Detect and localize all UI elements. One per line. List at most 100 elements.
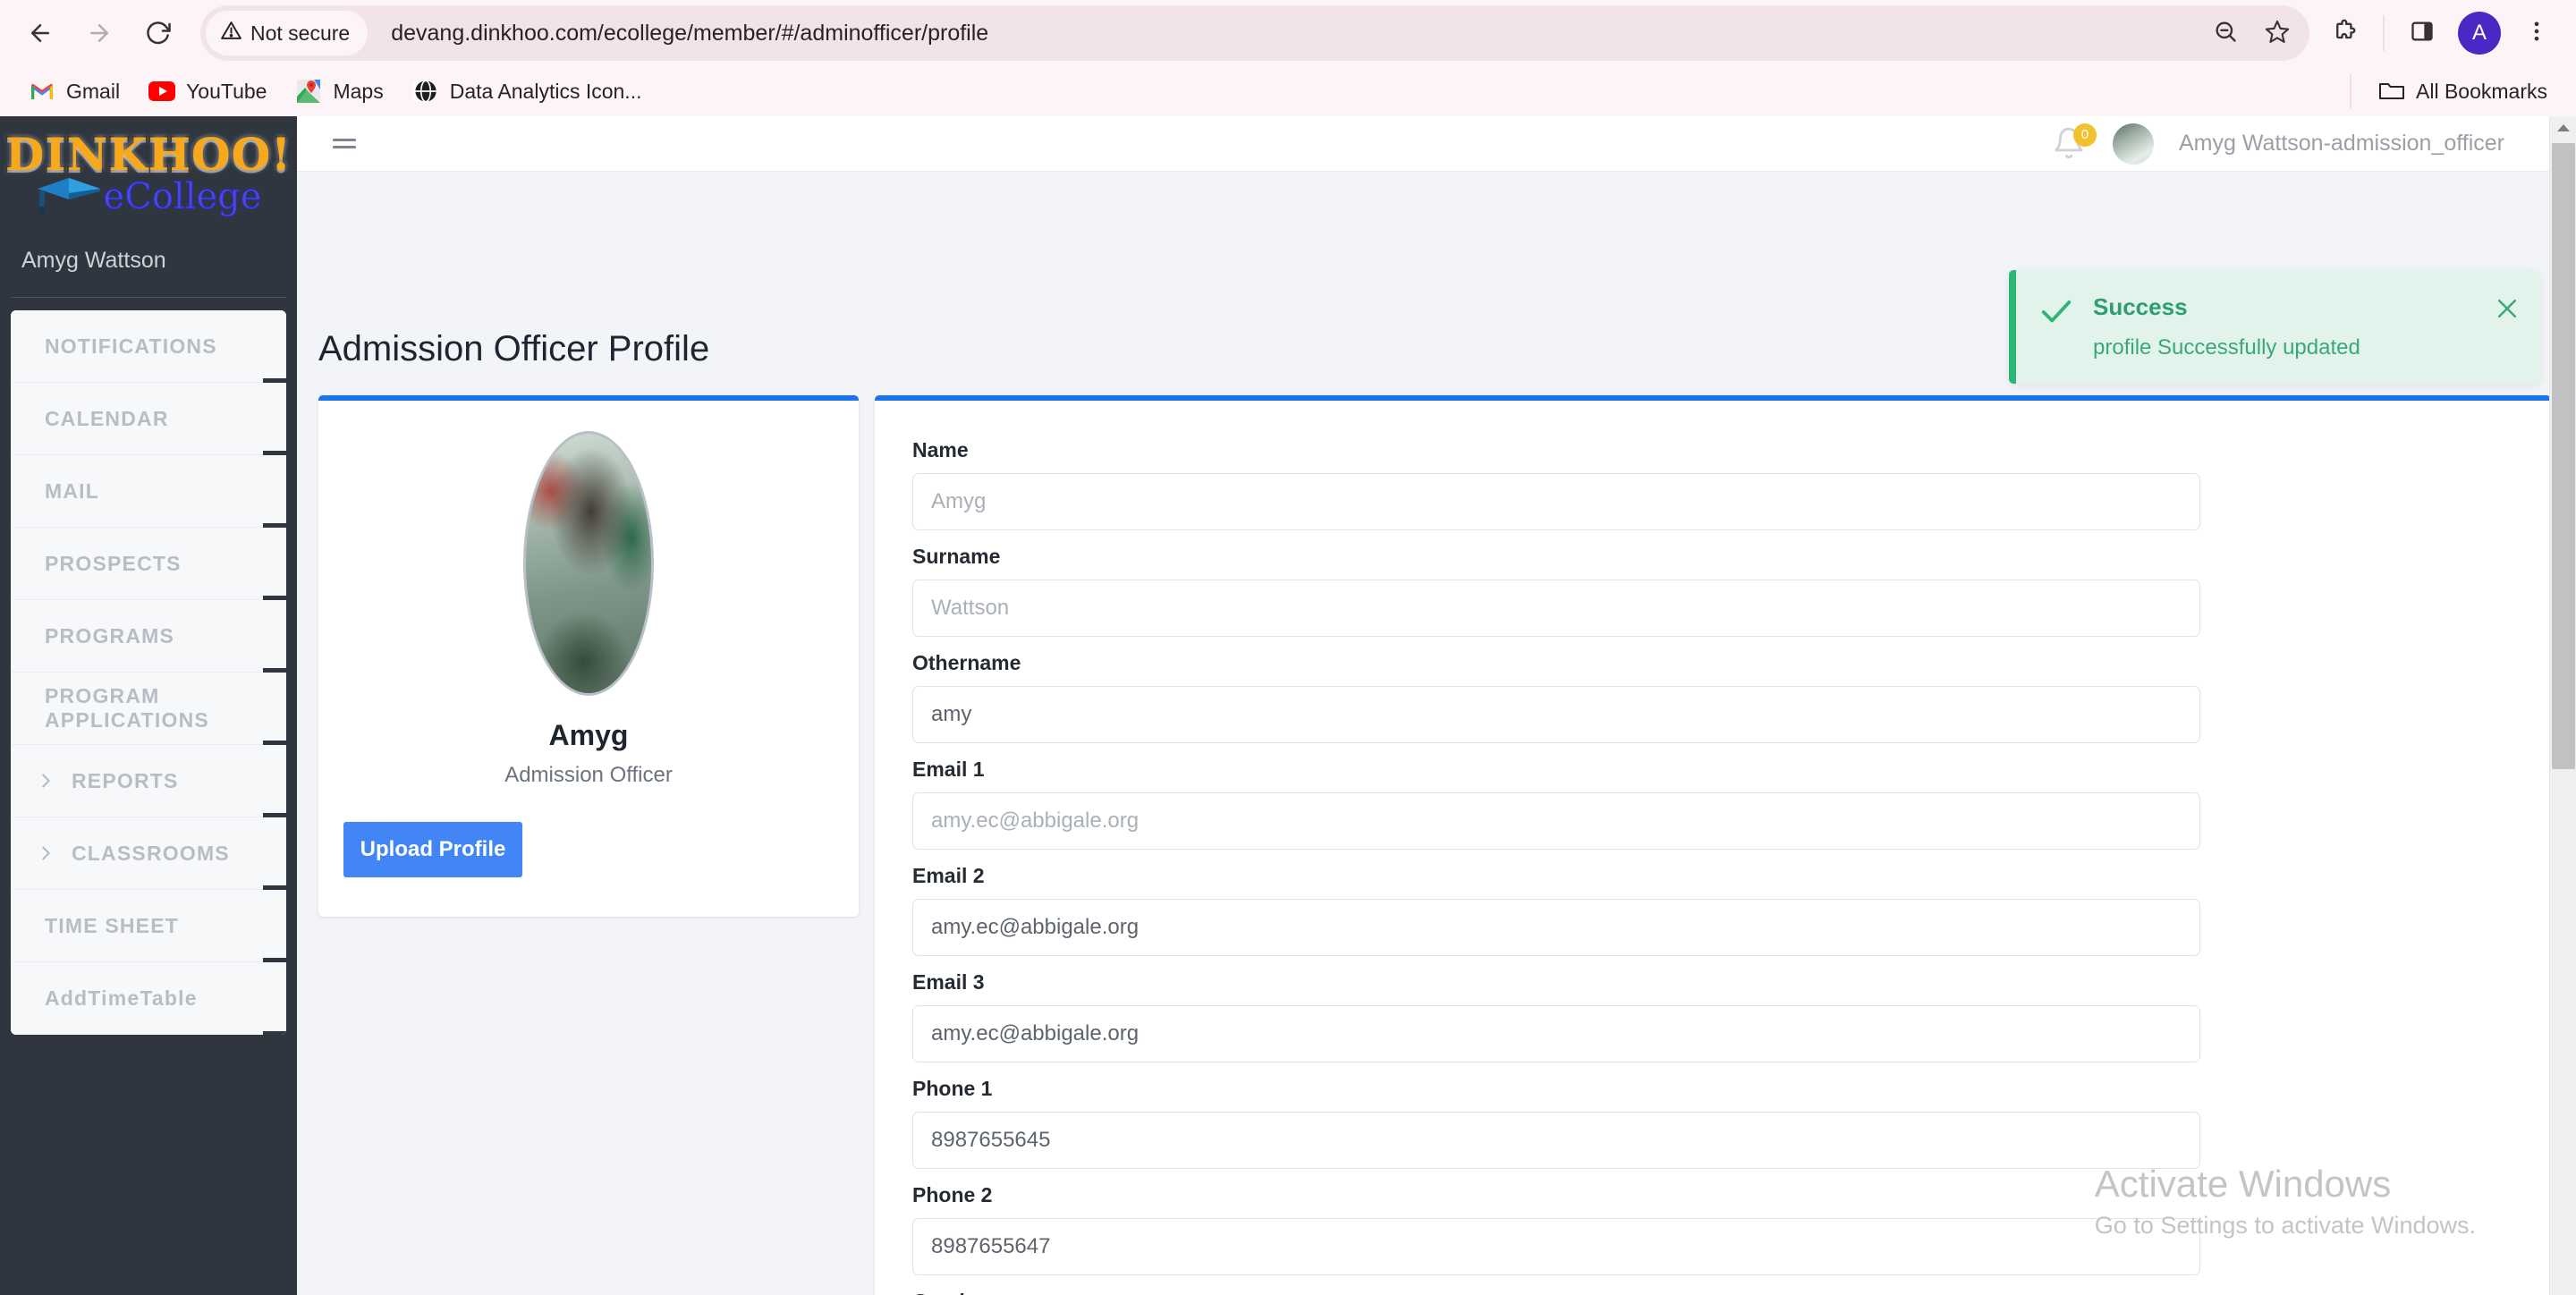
- bell-icon: [2052, 127, 2086, 165]
- bookmark-button[interactable]: [2252, 8, 2302, 58]
- sidebar-item-calendar[interactable]: CALENDAR: [11, 383, 286, 457]
- toolbar-right-actions: A: [2318, 5, 2563, 61]
- scrollbar-thumb[interactable]: [2552, 143, 2575, 769]
- security-status-chip[interactable]: Not secure: [206, 11, 369, 55]
- bookmark-maps[interactable]: Maps: [283, 71, 395, 112]
- page-viewport: DINKHOO! eCollege Amyg Wattson NOTIFICAT…: [0, 116, 2576, 1295]
- sidebar-item-label: REPORTS: [72, 768, 179, 792]
- sidebar-user-name: Amyg Wattson: [21, 248, 166, 273]
- zoom-out-button[interactable]: [2200, 8, 2250, 58]
- field-label: Email 1: [912, 758, 985, 781]
- gmail-icon: [29, 78, 55, 105]
- warning-triangle-icon: [220, 20, 242, 47]
- profile-card: Amyg Admission Officer Upload Profile: [318, 395, 859, 917]
- success-toast: Success profile Successfully updated: [2009, 270, 2540, 384]
- toast-title: Success: [2093, 293, 2188, 320]
- address-bar[interactable]: Not secure devang.dinkhoo.com/ecollege/m…: [200, 5, 2309, 61]
- url-text[interactable]: devang.dinkhoo.com/ecollege/member/#/adm…: [391, 21, 2200, 47]
- app-bar-right: 0 Amyg Wattson-admission_officer: [2052, 123, 2540, 165]
- close-icon[interactable]: [2494, 295, 2521, 326]
- puzzle-piece-icon: [2333, 19, 2358, 48]
- extensions-button[interactable]: [2318, 5, 2372, 61]
- sidebar: DINKHOO! eCollege Amyg Wattson NOTIFICAT…: [0, 116, 297, 1295]
- othername-input[interactable]: amy: [912, 686, 2200, 743]
- browser-profile-avatar[interactable]: A: [2458, 12, 2501, 55]
- bookmark-gmail[interactable]: Gmail: [16, 71, 132, 112]
- reload-button[interactable]: [131, 5, 186, 61]
- phone-1-input[interactable]: 8987655645: [912, 1112, 2200, 1169]
- phone-2-input[interactable]: 8987655647: [912, 1218, 2200, 1275]
- menu-tick-marker: [263, 1031, 286, 1035]
- youtube-icon: [148, 78, 176, 105]
- scrollbar-up-button[interactable]: [2550, 116, 2576, 143]
- field-phone-2: Phone 2 8987655647: [912, 1183, 2513, 1275]
- field-label: Phone 2: [912, 1183, 993, 1206]
- bookmarks-bar: Gmail YouTube Maps Data Analytics Icon..…: [0, 66, 2576, 116]
- profile-role: Admission Officer: [504, 763, 673, 787]
- profile-form-card: Name Amyg Surname Wattson Othername amy …: [875, 395, 2551, 1295]
- sidebar-item-classrooms[interactable]: CLASSROOMS: [11, 817, 286, 892]
- sidebar-item-mail[interactable]: MAIL: [11, 455, 286, 529]
- field-label: Gender: [912, 1290, 2513, 1295]
- field-email-3: Email 3 amy.ec@abbigale.org: [912, 970, 2513, 1062]
- app-bar-username: Amyg Wattson-admission_officer: [2178, 131, 2504, 156]
- sidebar-item-notifications[interactable]: NOTIFICATIONS: [11, 310, 286, 385]
- avatar[interactable]: [2112, 123, 2154, 165]
- sidebar-item-label: PROGRAM APPLICATIONS: [45, 684, 209, 732]
- sidebar-item-programs[interactable]: PROGRAMS: [11, 600, 286, 674]
- sidebar-divider: [11, 297, 286, 298]
- check-icon: [2039, 295, 2073, 334]
- profile-photo[interactable]: [523, 431, 654, 696]
- sidebar-item-time-sheet[interactable]: TIME SHEET: [11, 890, 286, 964]
- field-email-2: Email 2 amy.ec@abbigale.org: [912, 864, 2513, 956]
- forward-button[interactable]: [72, 5, 127, 61]
- email-3-input[interactable]: amy.ec@abbigale.org: [912, 1005, 2200, 1062]
- page-scrollbar[interactable]: [2549, 116, 2576, 1295]
- field-othername: Othername amy: [912, 651, 2513, 743]
- field-label: Surname: [912, 545, 1001, 568]
- forward-arrow-icon: [86, 20, 113, 47]
- notifications-button[interactable]: 0: [2052, 123, 2097, 165]
- bookmark-label: Gmail: [66, 79, 121, 103]
- bookmark-label: Maps: [333, 79, 384, 103]
- bookmarks-divider: [2350, 74, 2352, 108]
- chrome-menu-button[interactable]: [2510, 5, 2563, 61]
- chevron-up-icon: [2556, 122, 2571, 138]
- toast-body: Success profile Successfully updated: [2093, 293, 2474, 360]
- sidebar-item-prospects[interactable]: PROSPECTS: [11, 528, 286, 602]
- folder-icon: [2378, 78, 2405, 105]
- bookmark-data-analytics[interactable]: Data Analytics Icon...: [400, 71, 655, 112]
- security-status-label: Not secure: [250, 21, 351, 45]
- email-2-input[interactable]: amy.ec@abbigale.org: [912, 899, 2200, 956]
- app-logo[interactable]: DINKHOO! eCollege: [0, 116, 297, 224]
- chevron-right-icon: [36, 843, 55, 863]
- all-bookmarks-button[interactable]: All Bookmarks: [2366, 71, 2560, 112]
- page-title: Admission Officer Profile: [318, 329, 710, 368]
- zoom-out-icon: [2213, 19, 2238, 48]
- field-label: Email 2: [912, 864, 985, 887]
- bookmark-youtube[interactable]: YouTube: [136, 71, 279, 112]
- all-bookmarks-label: All Bookmarks: [2416, 79, 2547, 103]
- browser-chrome: Not secure devang.dinkhoo.com/ecollege/m…: [0, 0, 2576, 116]
- hamburger-icon[interactable]: [333, 139, 356, 148]
- back-button[interactable]: [13, 5, 68, 61]
- surname-input[interactable]: Wattson: [912, 580, 2200, 637]
- sidebar-item-label: PROSPECTS: [45, 551, 182, 575]
- app-top-bar: 0 Amyg Wattson-admission_officer: [297, 116, 2576, 172]
- logo-secondary-text: eCollege: [103, 175, 262, 217]
- name-input[interactable]: Amyg: [912, 473, 2200, 530]
- toolbar-divider: [2383, 15, 2385, 51]
- field-surname: Surname Wattson: [912, 545, 2513, 637]
- sidebar-item-program-applications[interactable]: PROGRAM APPLICATIONS: [11, 673, 286, 747]
- globe-icon: [412, 78, 439, 105]
- sidebar-item-reports[interactable]: REPORTS: [11, 745, 286, 819]
- omnibox-actions: [2200, 8, 2302, 58]
- toast-message: profile Successfully updated: [2093, 335, 2360, 360]
- sidebar-item-label: CALENDAR: [45, 406, 169, 430]
- field-email-1: Email 1 amy.ec@abbigale.org: [912, 758, 2513, 850]
- email-1-input[interactable]: amy.ec@abbigale.org: [912, 792, 2200, 850]
- sidebar-item-addtimetable[interactable]: AddTimeTable: [11, 962, 286, 1035]
- upload-profile-button[interactable]: Upload Profile: [343, 822, 522, 877]
- star-icon: [2265, 19, 2290, 48]
- side-panel-button[interactable]: [2395, 5, 2449, 61]
